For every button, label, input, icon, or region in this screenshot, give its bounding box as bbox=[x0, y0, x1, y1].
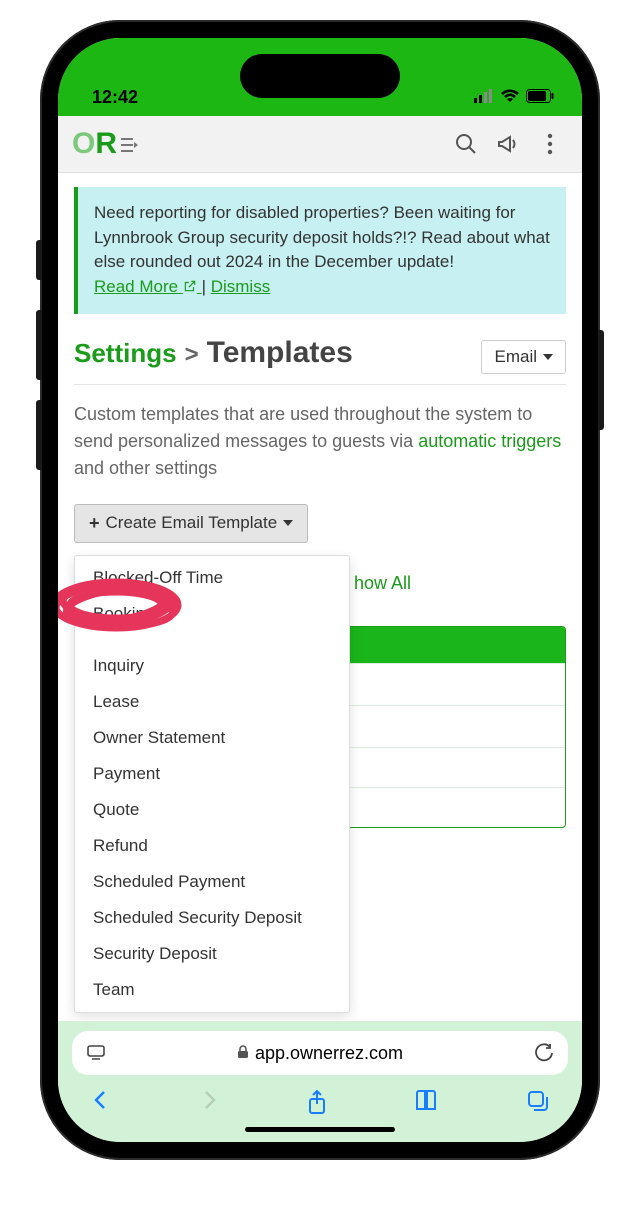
dropdown-item-lease[interactable]: Lease bbox=[75, 684, 349, 720]
home-indicator bbox=[245, 1127, 395, 1132]
create-template-dropdown: Blocked-Off Time Booking Inquiry Lease O… bbox=[74, 555, 350, 1013]
automatic-triggers-link[interactable]: automatic triggers bbox=[418, 431, 561, 451]
reader-icon[interactable] bbox=[86, 1044, 106, 1062]
tabs-icon[interactable] bbox=[526, 1089, 550, 1120]
more-icon[interactable] bbox=[532, 126, 568, 162]
notice-banner: Need reporting for disabled properties? … bbox=[74, 187, 566, 314]
dropdown-item-owner-statement[interactable]: Owner Statement bbox=[75, 720, 349, 756]
content: Need reporting for disabled properties? … bbox=[58, 173, 582, 1021]
phone-mute-switch bbox=[36, 240, 42, 280]
phone-volume-down bbox=[36, 400, 42, 470]
reload-icon[interactable] bbox=[534, 1043, 554, 1063]
safari-toolbar bbox=[72, 1075, 568, 1120]
breadcrumb: Settings > Templates Email bbox=[74, 336, 566, 374]
settings-link[interactable]: Settings bbox=[74, 338, 177, 369]
show-all-link-partial[interactable]: how All bbox=[354, 573, 411, 593]
dropdown-item-payment[interactable]: Payment bbox=[75, 756, 349, 792]
dropdown-item-security-deposit[interactable]: Security Deposit bbox=[75, 936, 349, 972]
url-bar[interactable]: app.ownerrez.com bbox=[72, 1031, 568, 1075]
logo-r: R bbox=[95, 127, 117, 161]
share-icon[interactable] bbox=[306, 1089, 328, 1120]
dropdown-item-scheduled-security-deposit[interactable]: Scheduled Security Deposit bbox=[75, 900, 349, 936]
wifi-icon bbox=[500, 87, 520, 108]
dismiss-link[interactable]: Dismiss bbox=[211, 277, 271, 296]
status-time: 12:42 bbox=[92, 87, 138, 108]
phone-volume-up bbox=[36, 310, 42, 380]
description: Custom templates that are used throughou… bbox=[74, 401, 566, 482]
screen: 12:42 O R bbox=[58, 38, 582, 1142]
cellular-icon bbox=[474, 87, 494, 108]
url-host: app.ownerrez.com bbox=[255, 1043, 403, 1064]
lock-icon bbox=[237, 1043, 249, 1064]
safari-chrome: app.ownerrez.com bbox=[58, 1021, 582, 1142]
app-header: O R bbox=[58, 116, 582, 173]
chevron-down-icon bbox=[283, 520, 293, 526]
logo-o: O bbox=[72, 127, 95, 161]
menu-icon[interactable] bbox=[121, 137, 139, 158]
dropdown-item-inquiry[interactable]: Inquiry bbox=[75, 648, 349, 684]
chevron-down-icon bbox=[543, 354, 553, 360]
read-more-link[interactable]: Read More bbox=[94, 277, 202, 296]
logo[interactable]: O R bbox=[72, 127, 139, 161]
dropdown-item-scheduled-payment[interactable]: Scheduled Payment bbox=[75, 864, 349, 900]
phone-power-button bbox=[598, 330, 604, 430]
back-icon[interactable] bbox=[90, 1089, 112, 1120]
search-icon[interactable] bbox=[448, 126, 484, 162]
notice-text: Need reporting for disabled properties? … bbox=[94, 203, 550, 271]
notice-separator: | bbox=[202, 277, 211, 296]
create-email-template-button[interactable]: + Create Email Template bbox=[74, 504, 308, 543]
battery-icon bbox=[526, 87, 554, 108]
dropdown-item-refund[interactable]: Refund bbox=[75, 828, 349, 864]
forward-icon bbox=[198, 1089, 220, 1120]
plus-icon: + bbox=[89, 513, 100, 534]
dropdown-item-team[interactable]: Team bbox=[75, 972, 349, 1008]
divider bbox=[74, 384, 566, 385]
dropdown-item-quote[interactable]: Quote bbox=[75, 792, 349, 828]
filter-dropdown[interactable]: Email bbox=[481, 340, 566, 374]
megaphone-icon[interactable] bbox=[490, 126, 526, 162]
page-title: Templates bbox=[207, 336, 353, 370]
phone-frame: 12:42 O R bbox=[40, 20, 600, 1160]
dropdown-item-booking[interactable]: Booking bbox=[75, 596, 349, 632]
dropdown-item-blocked-off-time[interactable]: Blocked-Off Time bbox=[75, 560, 349, 596]
bookmarks-icon[interactable] bbox=[414, 1089, 440, 1120]
breadcrumb-separator: > bbox=[185, 341, 199, 369]
dynamic-island bbox=[240, 54, 400, 98]
